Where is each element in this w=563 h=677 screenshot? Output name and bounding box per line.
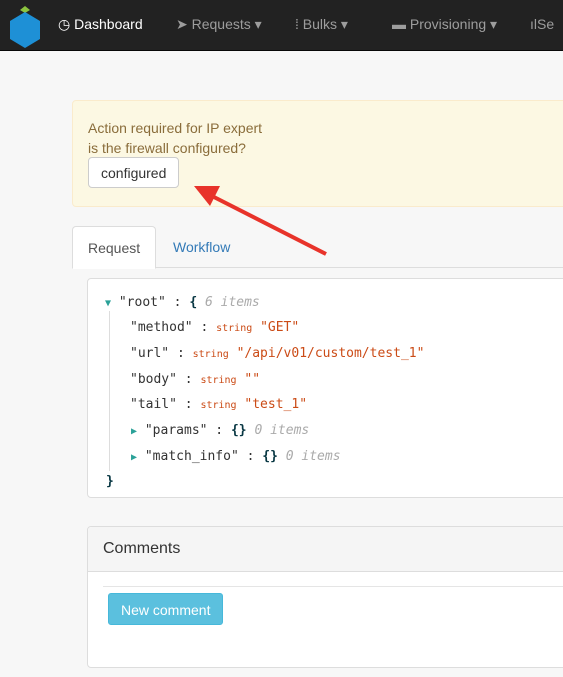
hdd-icon: ▬: [392, 16, 410, 32]
comments-title: Comments: [88, 527, 563, 572]
dashboard-icon: ◷: [58, 16, 75, 32]
json-field: "url" : string "/api/v01/custom/test_1": [130, 346, 425, 361]
json-object[interactable]: ▶ "match_info" : {} 0 items: [131, 449, 341, 464]
json-field: "body" : string "": [130, 372, 261, 387]
json-field: "tail" : string "test_1": [130, 397, 308, 412]
tab-workflow[interactable]: Workflow: [158, 226, 245, 266]
comments-panel: Comments New comment: [87, 526, 563, 668]
tab-bar: Request Workflow: [72, 226, 563, 269]
navbar: ◷ Dashboard ➤ Requests ▾ ⁞ Bulks ▾ ▬ Pro…: [0, 0, 563, 51]
collapse-icon[interactable]: ▼: [105, 298, 111, 309]
nav-requests[interactable]: ➤ Requests ▾: [176, 16, 262, 33]
json-object[interactable]: ▶ "params" : {} 0 items: [131, 423, 309, 438]
logo-icon[interactable]: [8, 4, 42, 48]
nav-provisioning[interactable]: ▬ Provisioning ▾: [392, 16, 497, 33]
tab-request[interactable]: Request: [72, 226, 157, 269]
new-comment-button[interactable]: New comment: [108, 593, 224, 625]
bulk-icon: ⁞: [295, 16, 303, 32]
nav-bulks[interactable]: ⁞ Bulks ▾: [295, 16, 348, 33]
expand-icon: ▶: [131, 452, 138, 463]
json-viewer: ▼ "root" : { 6 items "method" : string "…: [87, 278, 563, 498]
paper-plane-icon: ➤: [176, 16, 192, 32]
json-field: "method" : string "GET": [130, 320, 300, 335]
nav-dashboard[interactable]: ◷ Dashboard: [58, 16, 143, 33]
alert-question: is the firewall configured?: [88, 140, 246, 156]
signal-icon: ıl: [530, 16, 537, 32]
expand-icon: ▶: [131, 426, 138, 437]
configured-button[interactable]: configured: [88, 157, 180, 188]
nav-stats[interactable]: ılSe: [530, 16, 554, 32]
alert-title: Action required for IP expert: [88, 120, 263, 136]
